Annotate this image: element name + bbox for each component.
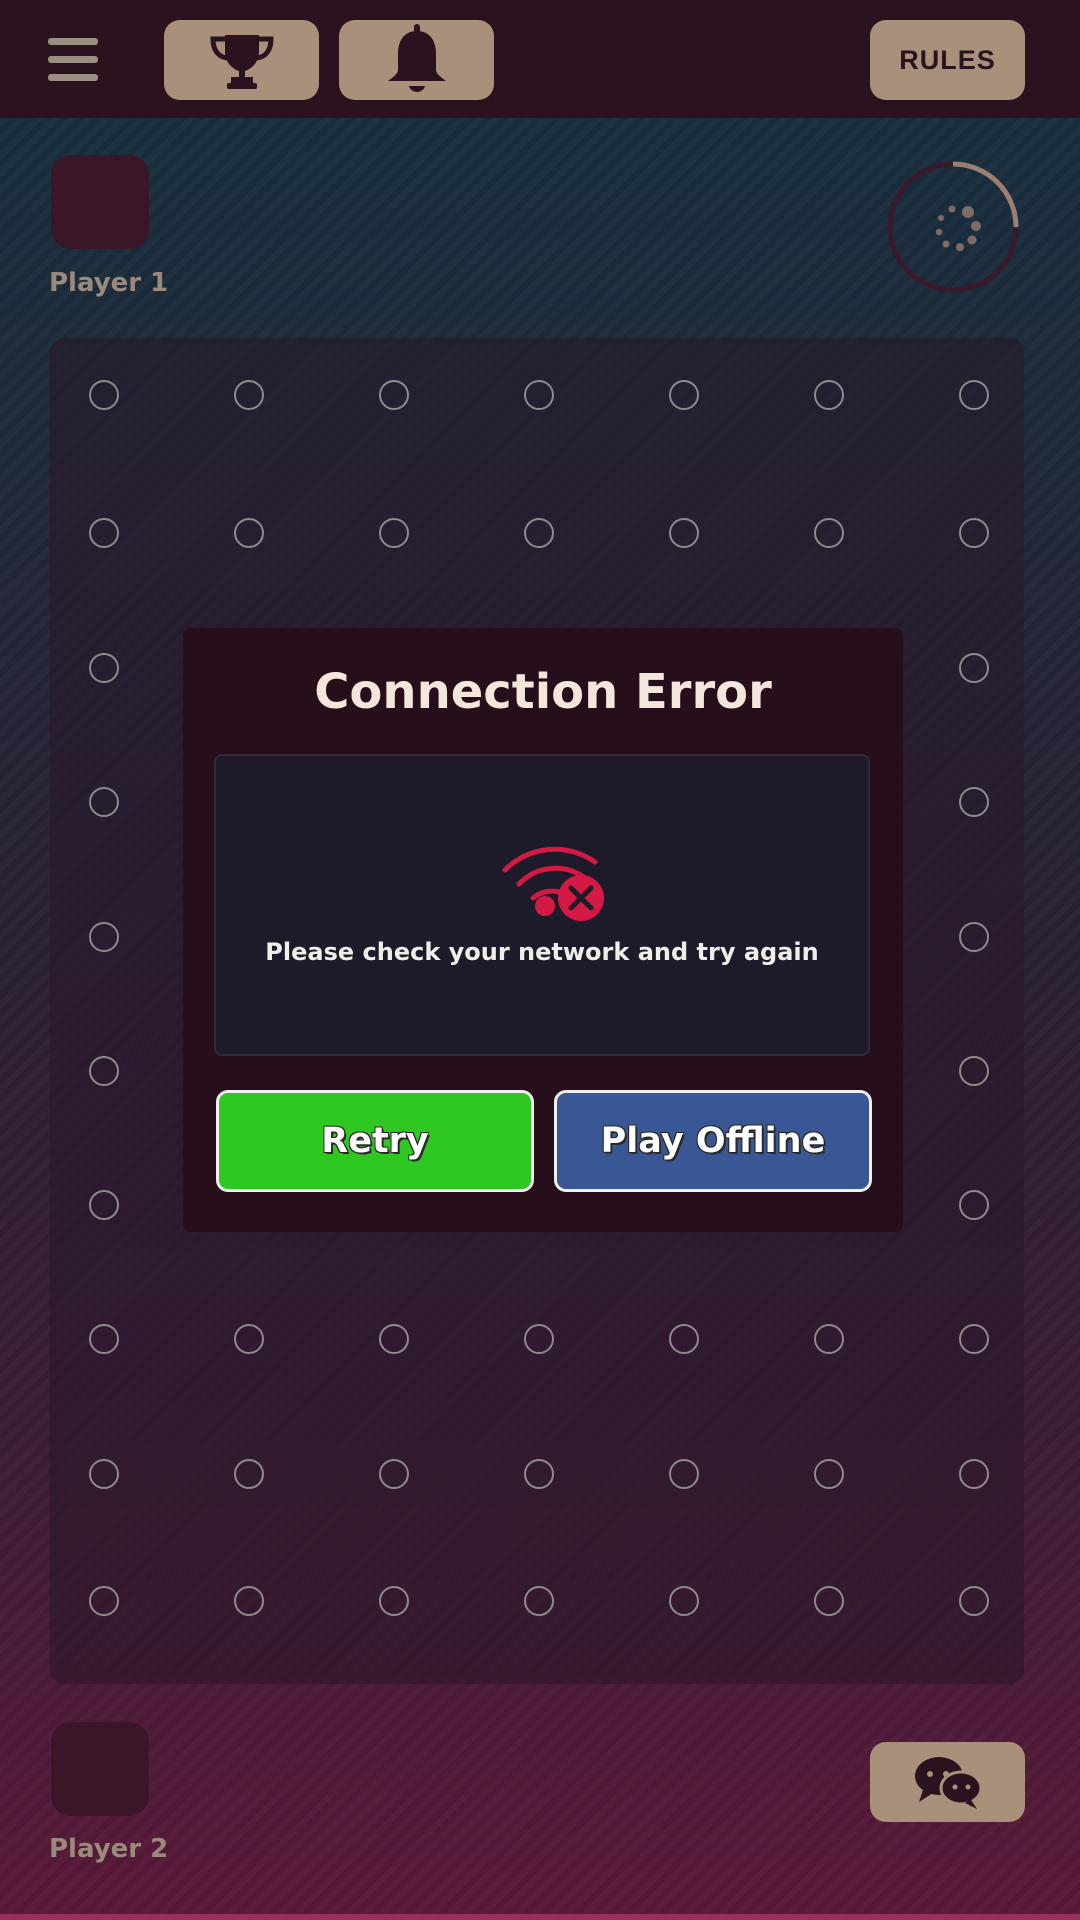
player-1-name: Player 1 [49, 268, 169, 298]
board-hole[interactable] [814, 518, 844, 548]
board-hole[interactable] [669, 518, 699, 548]
board-hole[interactable] [814, 1324, 844, 1354]
board-hole[interactable] [89, 922, 119, 952]
trophy-icon [209, 35, 274, 89]
wifi-error-icon [502, 846, 604, 921]
top-bar: RULES [0, 0, 1080, 118]
board-hole[interactable] [959, 1586, 989, 1616]
board-hole[interactable] [379, 1586, 409, 1616]
board-hole[interactable] [234, 518, 264, 548]
rules-label: RULES [899, 44, 996, 75]
board-hole[interactable] [524, 1324, 554, 1354]
player-1-avatar [51, 155, 149, 249]
error-message: Please check your network and try again [265, 938, 819, 966]
hamburger-icon[interactable] [48, 38, 100, 82]
connection-error-dialog: Connection Error Please check your netwo… [183, 628, 903, 1232]
board-hole[interactable] [959, 922, 989, 952]
chat-button[interactable] [870, 1742, 1025, 1822]
board-hole[interactable] [89, 1459, 119, 1489]
board-hole[interactable] [669, 380, 699, 410]
board-hole[interactable] [959, 1190, 989, 1220]
board-hole[interactable] [89, 518, 119, 548]
board-hole[interactable] [89, 1190, 119, 1220]
board-hole[interactable] [89, 653, 119, 683]
chat-bubbles-icon [914, 1757, 982, 1809]
board-hole[interactable] [814, 1459, 844, 1489]
board-hole[interactable] [379, 1324, 409, 1354]
board-hole[interactable] [234, 1324, 264, 1354]
board-hole[interactable] [89, 1324, 119, 1354]
board-hole[interactable] [959, 518, 989, 548]
board-hole[interactable] [234, 380, 264, 410]
retry-button[interactable]: Retry [216, 1090, 534, 1192]
bottom-strip [0, 1914, 1080, 1920]
message-box: Please check your network and try again [214, 754, 870, 1056]
board-hole[interactable] [959, 380, 989, 410]
loading-spinner-icon [935, 205, 981, 251]
board-hole[interactable] [959, 787, 989, 817]
player-2-avatar [51, 1722, 149, 1816]
rules-button[interactable]: RULES [870, 20, 1025, 100]
board-hole[interactable] [89, 380, 119, 410]
board-hole[interactable] [959, 1324, 989, 1354]
notifications-button[interactable] [339, 20, 494, 100]
player-2-name: Player 2 [49, 1834, 169, 1864]
board-hole[interactable] [89, 1056, 119, 1086]
turn-timer [887, 161, 1019, 293]
board-hole[interactable] [959, 1459, 989, 1489]
board-hole[interactable] [379, 1459, 409, 1489]
board-hole[interactable] [379, 518, 409, 548]
board-hole[interactable] [379, 380, 409, 410]
board-hole[interactable] [89, 1586, 119, 1616]
board-hole[interactable] [959, 1056, 989, 1086]
board-hole[interactable] [669, 1324, 699, 1354]
board-hole[interactable] [234, 1459, 264, 1489]
board-hole[interactable] [524, 380, 554, 410]
board-hole[interactable] [669, 1459, 699, 1489]
trophy-button[interactable] [164, 20, 319, 100]
board-hole[interactable] [524, 1586, 554, 1616]
board-hole[interactable] [524, 1459, 554, 1489]
board-hole[interactable] [814, 380, 844, 410]
bell-icon [387, 24, 446, 92]
board-hole[interactable] [669, 1586, 699, 1616]
board-hole[interactable] [524, 518, 554, 548]
board-hole[interactable] [814, 1586, 844, 1616]
play-offline-button[interactable]: Play Offline [554, 1090, 872, 1192]
dialog-title: Connection Error [314, 664, 772, 720]
board-hole[interactable] [234, 1586, 264, 1616]
board-hole[interactable] [959, 653, 989, 683]
board-hole[interactable] [89, 787, 119, 817]
